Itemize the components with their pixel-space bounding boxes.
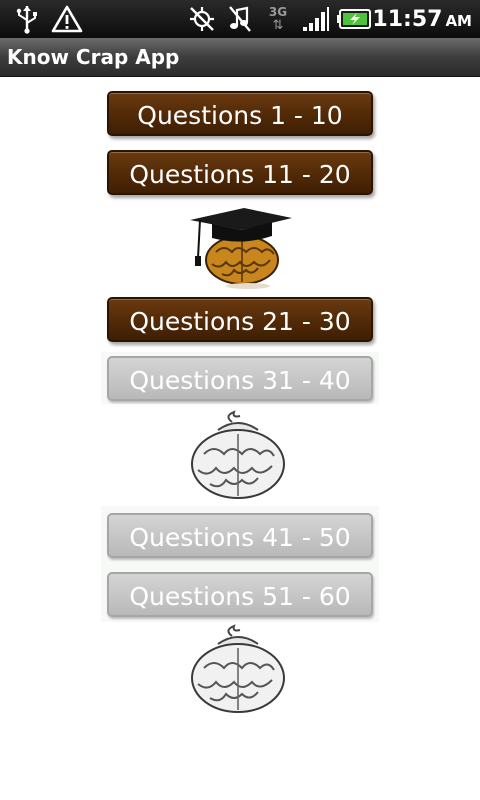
questions-41-50-button[interactable]: Questions 41 - 50 xyxy=(107,513,373,558)
questions-51-60-button[interactable]: Questions 51 - 60 xyxy=(107,572,373,617)
warning-icon xyxy=(50,4,84,34)
signal-icon xyxy=(300,4,330,34)
clock: 11:57 AM xyxy=(372,0,472,38)
graduate-brain-icon xyxy=(186,198,296,290)
questions-21-30-button[interactable]: Questions 21 - 30 xyxy=(107,297,373,342)
brain-outline-icon xyxy=(188,622,288,718)
brain-outline-icon xyxy=(188,408,288,504)
clock-ampm: AM xyxy=(445,12,472,30)
app-title: Know Crap App xyxy=(7,45,180,69)
questions-11-20-button[interactable]: Questions 11 - 20 xyxy=(107,150,373,195)
3g-icon: 3G ⇅ xyxy=(268,5,288,33)
status-bar: 3G ⇅ 11:57 AM xyxy=(0,0,480,38)
battery-charging-icon xyxy=(336,4,374,34)
gps-off-icon xyxy=(186,4,218,34)
silent-icon xyxy=(226,4,254,34)
usb-icon xyxy=(12,4,42,34)
questions-1-10-button[interactable]: Questions 1 - 10 xyxy=(107,91,373,136)
clock-time: 11:57 xyxy=(372,7,443,32)
app-title-bar: Know Crap App xyxy=(0,38,480,77)
questions-31-40-button[interactable]: Questions 31 - 40 xyxy=(107,356,373,401)
